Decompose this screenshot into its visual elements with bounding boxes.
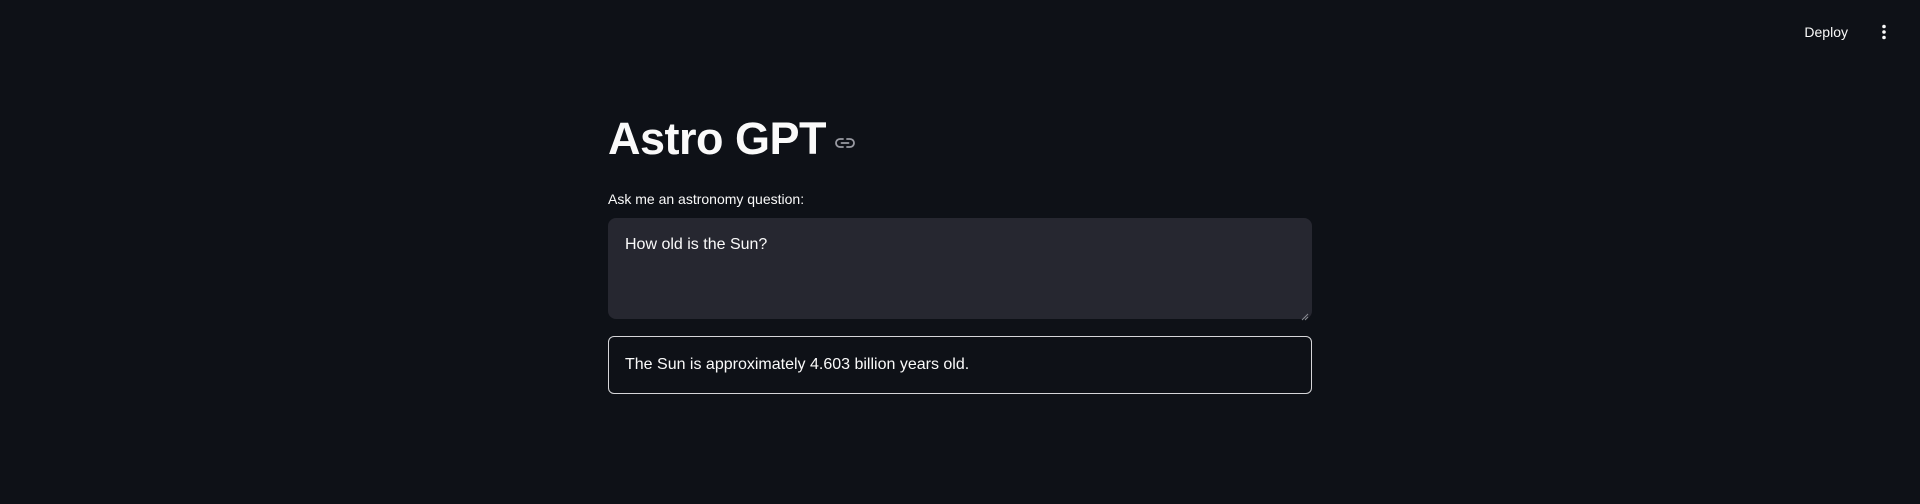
resize-handle-icon[interactable] (1301, 308, 1309, 321)
answer-text: The Sun is approximately 4.603 billion y… (625, 356, 970, 373)
link-icon[interactable] (834, 132, 856, 154)
more-vertical-icon[interactable] (1870, 18, 1898, 46)
title-row: Astro GPT (608, 108, 1312, 170)
page-title: Astro GPT (608, 113, 827, 164)
question-label: Ask me an astronomy question: (608, 191, 805, 207)
question-textarea[interactable]: How old is the Sun? (608, 218, 1312, 321)
question-value: How old is the Sun? (625, 236, 768, 253)
app-container: Deploy Astro GPT Ask me an astronomy que… (0, 0, 1920, 504)
top-toolbar: Deploy (1794, 0, 1920, 64)
answer-box: The Sun is approximately 4.603 billion y… (608, 336, 1312, 394)
main-content: Astro GPT Ask me an astronomy question: … (608, 108, 1312, 394)
deploy-button[interactable]: Deploy (1794, 18, 1858, 46)
